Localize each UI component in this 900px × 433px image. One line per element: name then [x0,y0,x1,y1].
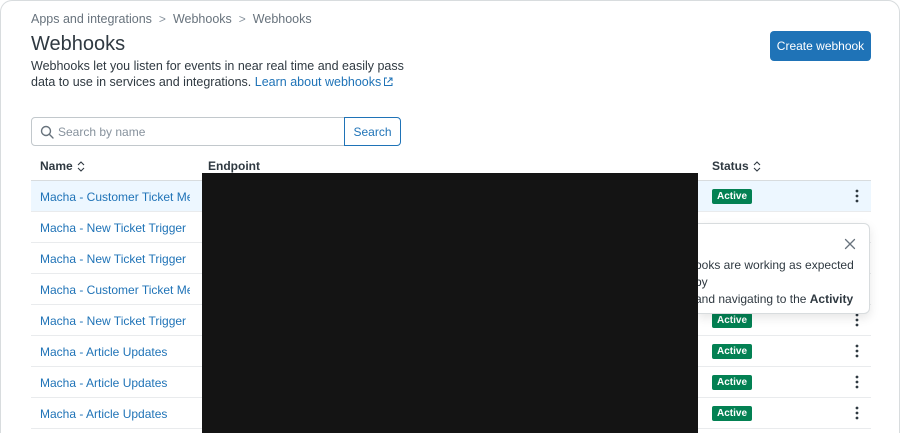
webhook-name-link[interactable]: Macha - Article Updates [40,407,190,421]
close-icon[interactable] [844,238,856,250]
more-options-icon[interactable] [849,188,865,204]
breadcrumb-current: Webhooks [252,12,312,26]
sort-icon [753,160,761,172]
column-header-name[interactable]: Name [40,159,85,173]
create-webhook-button[interactable]: Create webhook [770,31,871,61]
search-input[interactable] [58,118,342,145]
webhook-name-link[interactable]: Macha - Article Updates [40,345,190,359]
popover-line-2-prefix: and navigating to the [695,292,810,306]
webhook-name-link[interactable]: Macha - Customer Ticket Me... [40,190,190,204]
learn-about-webhooks-link[interactable]: Learn about webhooks [255,75,393,89]
activity-term: Activity [809,292,854,306]
more-options-icon[interactable] [849,405,865,421]
search-box [31,117,345,146]
column-header-endpoint-label: Endpoint [208,159,260,173]
learn-link-label: Learn about webhooks [254,75,382,89]
status-badge: Active [712,313,753,328]
breadcrumb: Apps and integrations > Webhooks > Webho… [31,12,312,26]
column-header-endpoint: Endpoint [208,159,260,173]
status-badge: Active [712,375,753,390]
breadcrumb-separator: > [238,12,246,26]
redacted-endpoint-region [202,173,698,433]
search-button[interactable]: Search [344,117,401,146]
webhook-name-link[interactable]: Macha - Article Updates [40,376,190,390]
more-options-icon[interactable] [849,312,865,328]
more-options-icon[interactable] [849,374,865,390]
popover-message: ooks are working as expected by and navi… [695,257,865,308]
external-link-icon [384,77,393,86]
app-frame: Apps and integrations > Webhooks > Webho… [0,0,900,433]
search-icon [40,125,54,139]
column-header-name-label: Name [40,159,73,173]
page-description: Webhooks let you listen for events in ne… [31,58,431,90]
sort-icon [77,160,85,172]
activity-popover: ooks are working as expected by and navi… [695,223,870,314]
more-options-icon[interactable] [849,343,865,359]
status-badge: Active [712,189,753,204]
popover-line-1: ooks are working as expected by [695,258,854,289]
breadcrumb-apps-and-integrations[interactable]: Apps and integrations [31,12,152,26]
webhook-name-link[interactable]: Macha - Customer Ticket Me... [40,283,190,297]
page-title: Webhooks [31,33,126,55]
column-header-status[interactable]: Status [712,159,761,173]
webhook-name-link[interactable]: Macha - New Ticket Trigger [40,221,190,235]
webhook-name-link[interactable]: Macha - New Ticket Trigger [40,314,190,328]
webhook-name-link[interactable]: Macha - New Ticket Trigger [40,252,190,266]
breadcrumb-webhooks[interactable]: Webhooks [173,12,232,26]
popover-line-2: and navigating to the Activity [695,291,865,308]
column-header-status-label: Status [712,159,749,173]
breadcrumb-separator: > [158,12,166,26]
status-badge: Active [712,406,753,421]
status-badge: Active [712,344,753,359]
